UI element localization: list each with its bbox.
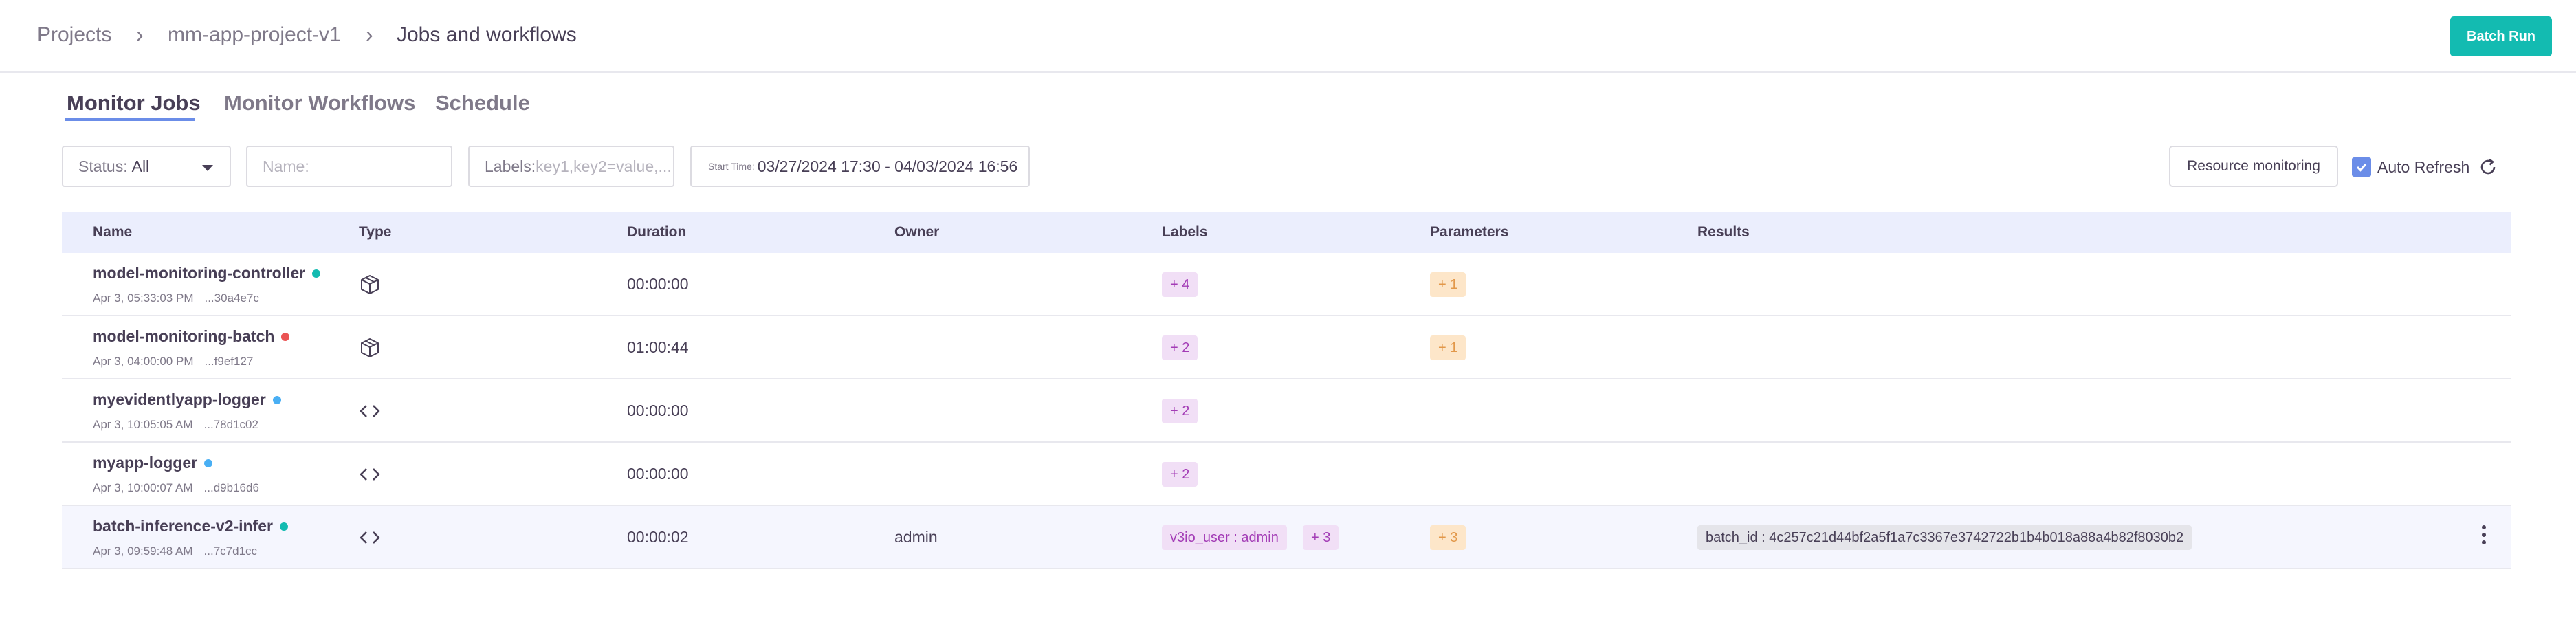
- status-value: All: [131, 157, 150, 175]
- labels-placeholder: key1,key2=value,...: [536, 157, 672, 175]
- parameters-chip[interactable]: + 3: [1430, 525, 1466, 550]
- code-icon: [360, 468, 380, 481]
- start-time-label: Start Time:: [708, 161, 755, 172]
- table-row[interactable]: model-monitoring-controller Apr 3, 05:33…: [62, 253, 2511, 316]
- status-select[interactable]: Status: All: [62, 146, 231, 187]
- start-time-value: 03/27/2024 17:30 - 04/03/2024 16:56: [757, 157, 1018, 175]
- job-meta: Apr 3, 04:00:00 PM ...f9ef127: [93, 355, 253, 368]
- results-chip[interactable]: batch_id : 4c257c21d44bf2a5f1a7c3367e374…: [1697, 525, 2192, 550]
- breadcrumb-project[interactable]: mm-app-project-v1: [168, 25, 341, 45]
- tab-monitor-workflows[interactable]: Monitor Workflows: [224, 91, 415, 115]
- job-uid: ...78d1c02: [203, 418, 258, 431]
- column-header-duration[interactable]: Duration: [627, 212, 686, 253]
- column-header-results: Results: [1697, 224, 1750, 240]
- job-date: Apr 3, 10:00:07 AM: [93, 481, 193, 494]
- job-name[interactable]: model-monitoring-controller: [93, 264, 321, 283]
- parameters-chip[interactable]: + 1: [1430, 272, 1466, 297]
- status-dot-icon: [204, 459, 213, 467]
- chevron-down-icon: [202, 165, 213, 171]
- chevron-right-icon: ›: [366, 22, 373, 47]
- breadcrumb-projects[interactable]: Projects: [37, 25, 111, 45]
- status-dot-icon: [280, 522, 289, 531]
- name-input[interactable]: Name:: [246, 146, 452, 187]
- job-date: Apr 3, 09:59:48 AM: [93, 544, 193, 558]
- package-icon: [361, 338, 379, 357]
- labels-chip[interactable]: v3io_user : admin: [1162, 525, 1287, 550]
- start-time-picker[interactable]: Start Time: 03/27/2024 17:30 - 04/03/202…: [690, 146, 1030, 187]
- table-row[interactable]: model-monitoring-batch Apr 3, 04:00:00 P…: [62, 316, 2511, 379]
- labels-chip[interactable]: + 2: [1162, 335, 1198, 360]
- name-placeholder: Name:: [263, 157, 309, 175]
- job-duration: 00:00:00: [627, 465, 689, 483]
- parameters-chip[interactable]: + 1: [1430, 335, 1466, 360]
- code-icon: [360, 531, 380, 544]
- labels-chip[interactable]: + 2: [1162, 399, 1198, 423]
- job-name[interactable]: myevidentlyapp-logger: [93, 390, 281, 409]
- status-dot-icon: [272, 395, 281, 404]
- job-date: Apr 3, 04:00:00 PM: [93, 355, 194, 368]
- job-meta: Apr 3, 10:05:05 AM ...78d1c02: [93, 418, 258, 432]
- table-row[interactable]: myapp-logger Apr 3, 10:00:07 AM ...d9b16d…: [62, 443, 2511, 506]
- job-date: Apr 3, 10:05:05 AM: [93, 418, 193, 431]
- labels-chip[interactable]: + 2: [1162, 462, 1198, 487]
- job-owner: admin: [894, 528, 938, 546]
- labels-chip[interactable]: + 4: [1162, 272, 1198, 297]
- job-name[interactable]: batch-inference-v2-infer: [93, 517, 289, 536]
- resource-monitoring-button[interactable]: Resource monitoring: [2169, 146, 2338, 187]
- job-name-text[interactable]: model-monitoring-batch: [93, 327, 274, 346]
- breadcrumb-current: Jobs and workflows: [397, 23, 577, 46]
- job-uid: ...d9b16d6: [203, 481, 259, 494]
- job-uid: ...7c7d1cc: [203, 544, 258, 558]
- column-header-name[interactable]: Name: [93, 212, 132, 253]
- job-duration: 01:00:44: [627, 338, 689, 356]
- job-name-text[interactable]: myapp-logger: [93, 454, 197, 472]
- chevron-right-icon: ›: [136, 22, 144, 47]
- column-header-parameters: Parameters: [1430, 224, 1509, 240]
- table-row[interactable]: batch-inference-v2-infer Apr 3, 09:59:48…: [62, 506, 2511, 569]
- job-name-text[interactable]: model-monitoring-controller: [93, 264, 305, 283]
- job-date: Apr 3, 05:33:03 PM: [93, 291, 194, 305]
- active-tab-indicator: [65, 118, 195, 121]
- job-name-text[interactable]: myevidentlyapp-logger: [93, 390, 266, 409]
- job-name-text[interactable]: batch-inference-v2-infer: [93, 517, 273, 536]
- batch-run-button[interactable]: Batch Run: [2450, 16, 2552, 56]
- job-name[interactable]: myapp-logger: [93, 454, 213, 472]
- job-uid: ...30a4e7c: [204, 291, 259, 305]
- status-dot-icon: [312, 269, 321, 278]
- job-meta: Apr 3, 10:00:07 AM ...d9b16d6: [93, 481, 259, 495]
- table-row[interactable]: myevidentlyapp-logger Apr 3, 10:05:05 AM…: [62, 379, 2511, 443]
- code-icon: [360, 405, 380, 417]
- job-meta: Apr 3, 05:33:03 PM ...30a4e7c: [93, 291, 259, 305]
- status-label: Status:: [78, 157, 128, 175]
- tab-monitor-jobs[interactable]: Monitor Jobs: [67, 91, 201, 115]
- job-uid: ...f9ef127: [204, 355, 254, 368]
- package-icon: [361, 275, 379, 294]
- checkmark-icon: [2356, 164, 2367, 172]
- more-actions-icon[interactable]: [2481, 525, 2487, 550]
- job-duration: 00:00:00: [627, 275, 689, 293]
- auto-refresh-label: Auto Refresh: [2377, 158, 2470, 176]
- labels-more-chip[interactable]: + 3: [1303, 525, 1339, 550]
- refresh-icon[interactable]: [2478, 157, 2498, 177]
- column-header-type: Type: [359, 224, 392, 240]
- tab-schedule[interactable]: Schedule: [435, 91, 530, 115]
- status-dot-icon: [281, 332, 290, 341]
- auto-refresh-checkbox[interactable]: [2352, 157, 2371, 177]
- labels-prefix: Labels:: [485, 157, 536, 175]
- labels-input[interactable]: Labels: key1,key2=value,...: [468, 146, 674, 187]
- column-header-labels: Labels: [1162, 224, 1208, 240]
- job-duration: 00:00:02: [627, 528, 689, 546]
- job-duration: 00:00:00: [627, 401, 689, 419]
- job-name[interactable]: model-monitoring-batch: [93, 327, 290, 346]
- table-header: Name Type Duration Owner Labels Paramete…: [62, 212, 2511, 253]
- column-header-owner: Owner: [894, 224, 940, 240]
- page-header: Projects › mm-app-project-v1 › Jobs and …: [0, 0, 2576, 73]
- job-meta: Apr 3, 09:59:48 AM ...7c7d1cc: [93, 544, 257, 558]
